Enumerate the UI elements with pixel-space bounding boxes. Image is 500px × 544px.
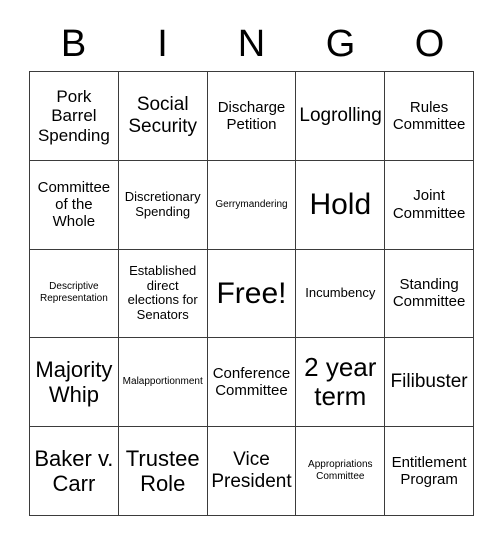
bingo-grid: Pork Barrel Spending Social Security Disch… xyxy=(29,71,474,516)
bingo-cell[interactable]: Conference Committee xyxy=(207,338,297,428)
bingo-cell-label: Pork Barrel Spending xyxy=(37,86,110,145)
bingo-cell-label: Social Security xyxy=(128,94,198,137)
bingo-cell-label: Discharge Petition xyxy=(217,98,286,133)
bingo-cell[interactable]: Filibuster xyxy=(385,338,474,428)
bingo-cell-label: Incumbency xyxy=(305,285,376,301)
bingo-cell-label: Logrolling xyxy=(299,104,382,126)
bingo-cell-label: Malapportionment xyxy=(122,376,203,388)
bingo-card: B I N G O Pork Barrel Spending Social Sec… xyxy=(0,0,500,544)
bingo-cell-label: Appropriations Committee xyxy=(308,459,373,483)
bingo-cell[interactable]: Joint Committee xyxy=(385,160,474,250)
bingo-cell[interactable]: Descriptive Representation xyxy=(30,249,119,339)
bingo-cell-label: Joint Committee xyxy=(392,187,466,222)
bingo-header-letter-i: I xyxy=(157,23,168,65)
bingo-header-letter-g: G xyxy=(325,23,356,65)
bingo-header-letter-n: N xyxy=(237,23,266,65)
bingo-cell-label: Filibuster xyxy=(390,371,468,393)
bingo-cell[interactable]: Social Security xyxy=(118,72,208,161)
bingo-cell[interactable]: Free! xyxy=(207,249,297,339)
bingo-cell-label: Discretionary Spending xyxy=(124,188,201,219)
bingo-cell[interactable]: Vice President xyxy=(207,427,297,516)
bingo-cell-label: Conference Committee xyxy=(212,365,291,400)
bingo-cell-label: Entitlement Program xyxy=(391,453,467,489)
bingo-cell-label: Majority Whip xyxy=(35,356,113,408)
bingo-header-letter-b: B xyxy=(60,23,87,65)
bingo-cell[interactable]: Discretionary Spending xyxy=(118,160,208,250)
bingo-cell-label: Free! xyxy=(216,276,287,310)
bingo-cell-label: Established direct elections for Senator… xyxy=(127,262,198,323)
bingo-cell-label: Hold xyxy=(309,187,372,221)
bingo-cell[interactable]: 2 year term xyxy=(296,338,386,428)
bingo-cell[interactable]: Gerrymandering xyxy=(207,160,297,250)
bingo-header-row: B I N G O xyxy=(29,17,474,71)
bingo-cell[interactable]: Trustee Role xyxy=(118,427,208,516)
bingo-cell-label: Baker v. Carr xyxy=(34,445,114,497)
bingo-cell[interactable]: Rules Committee xyxy=(385,72,474,161)
bingo-cell-label: Descriptive Representation xyxy=(39,281,108,305)
bingo-cell-label: Vice President xyxy=(211,449,292,493)
bingo-cell-label: Committee of the Whole xyxy=(37,178,111,231)
bingo-cell[interactable]: Pork Barrel Spending xyxy=(30,72,119,161)
bingo-cell-label: Standing Committee xyxy=(392,276,466,311)
bingo-cell[interactable]: Entitlement Program xyxy=(385,427,474,516)
bingo-cell[interactable]: Established direct elections for Senator… xyxy=(118,249,208,339)
bingo-cell[interactable]: Baker v. Carr xyxy=(30,427,119,516)
bingo-cell[interactable]: Majority Whip xyxy=(30,338,119,428)
bingo-cell[interactable]: Committee of the Whole xyxy=(30,160,119,250)
bingo-cell[interactable]: Discharge Petition xyxy=(207,72,297,161)
bingo-cell-label: 2 year term xyxy=(304,352,377,412)
bingo-cell-label: Rules Committee xyxy=(392,98,466,133)
bingo-header-letter-o: O xyxy=(414,23,445,65)
bingo-cell[interactable]: Logrolling xyxy=(296,72,386,161)
bingo-cell[interactable]: Incumbency xyxy=(296,249,386,339)
bingo-cell-label: Gerrymandering xyxy=(215,198,288,210)
bingo-cell[interactable]: Malapportionment xyxy=(118,338,208,428)
bingo-cell[interactable]: Hold xyxy=(296,160,386,250)
bingo-cell-label: Trustee Role xyxy=(125,445,200,497)
bingo-cell[interactable]: Appropriations Committee xyxy=(296,427,386,516)
bingo-cell[interactable]: Standing Committee xyxy=(385,249,474,339)
